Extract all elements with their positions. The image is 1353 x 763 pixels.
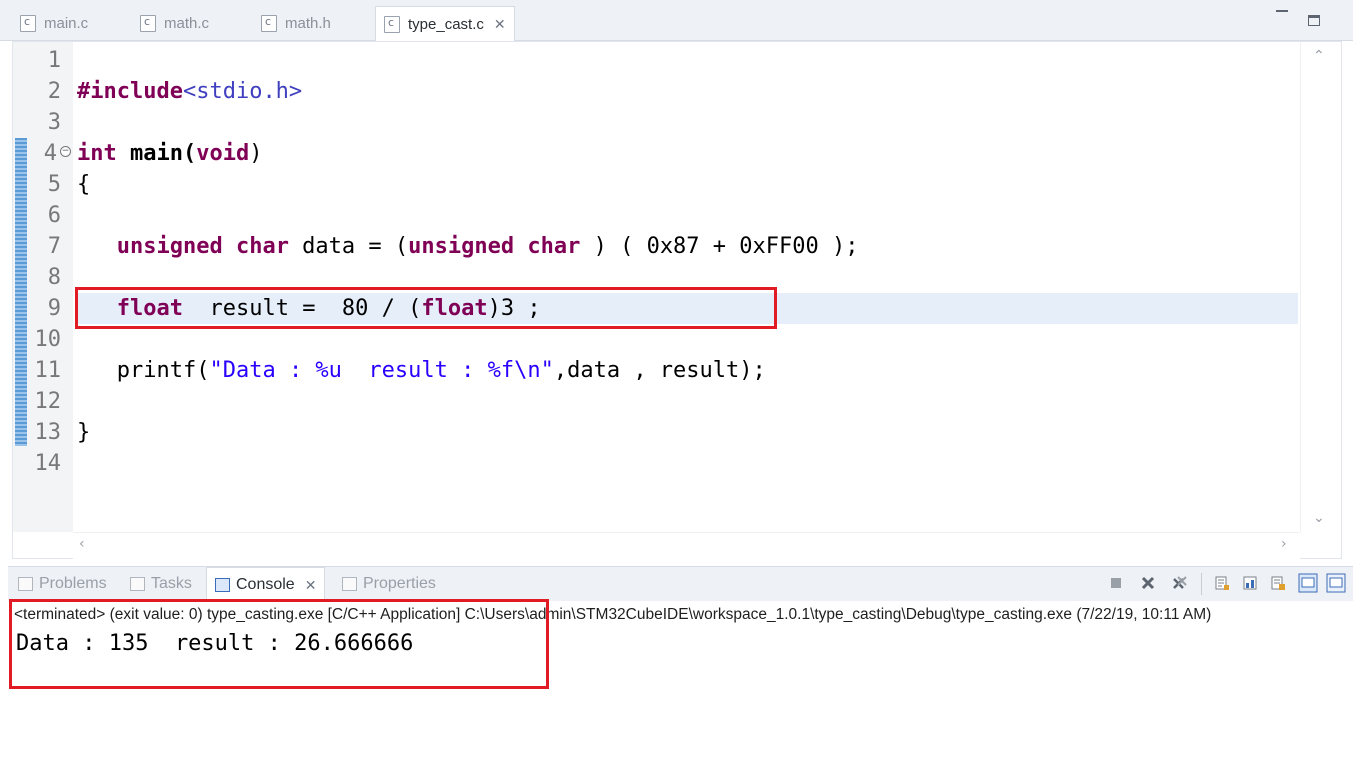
- keyword: unsigned char: [408, 234, 581, 259]
- scroll-right-icon[interactable]: ›: [1281, 536, 1287, 552]
- highlight-box-console: [9, 599, 549, 689]
- code-text: data = (: [288, 234, 409, 259]
- line-number: 9: [47, 296, 61, 321]
- line-number: 2: [47, 79, 61, 104]
- tab-math-h[interactable]: math.h: [261, 6, 331, 40]
- show-on-stderr-icon[interactable]: [1270, 575, 1286, 591]
- highlight-box-code: [75, 287, 777, 329]
- code-line-7: unsigned char data = (unsigned char ) ( …: [77, 231, 859, 262]
- maximize-icon[interactable]: [1308, 15, 1320, 26]
- minimize-icon[interactable]: [1276, 10, 1288, 12]
- tab-label: Properties: [363, 575, 436, 592]
- remove-all-terminated-icon[interactable]: [1172, 575, 1188, 591]
- tab-label: main.c: [44, 14, 89, 32]
- horizontal-scrollbar[interactable]: ‹ ›: [73, 532, 1300, 559]
- code-line-2: #include<stdio.h>: [77, 76, 302, 107]
- tab-console[interactable]: Console ✕: [206, 567, 326, 602]
- tab-main-c[interactable]: main.c: [20, 6, 88, 40]
- tab-tasks[interactable]: Tasks: [130, 567, 192, 601]
- code-line-5: {: [77, 172, 91, 197]
- line-number: 4: [43, 141, 57, 166]
- line-number: 6: [47, 203, 61, 228]
- include-path: <stdio.h>: [182, 79, 303, 104]
- close-tab-icon[interactable]: ✕: [494, 16, 506, 33]
- code-text: ): [249, 141, 263, 166]
- scroll-lock-icon[interactable]: [1214, 575, 1230, 591]
- code-text: main(: [116, 141, 197, 166]
- console-icon: [215, 578, 230, 592]
- line-number: 11: [34, 358, 62, 383]
- remove-launch-icon[interactable]: [1140, 575, 1156, 591]
- tasks-icon: [130, 577, 145, 591]
- line-number: 5: [47, 172, 61, 197]
- preprocessor-keyword: #include: [77, 79, 183, 104]
- properties-icon: [342, 577, 357, 591]
- vertical-scrollbar[interactable]: ⌃ ⌄: [1300, 42, 1339, 532]
- c-file-icon: [140, 14, 156, 32]
- tab-label: Tasks: [151, 575, 192, 592]
- line-number: 13: [34, 420, 62, 445]
- terminate-icon[interactable]: [1108, 575, 1124, 591]
- editor-tab-bar: main.c math.c math.h type_cast.c ✕: [0, 0, 1353, 42]
- line-number: 12: [34, 389, 62, 414]
- keyword: void: [196, 141, 250, 166]
- tab-label: Problems: [39, 575, 107, 592]
- tab-label: math.c: [164, 14, 210, 32]
- change-indicator-bar: [15, 138, 27, 446]
- string-literal: "Data : %u result : %f\n": [209, 358, 554, 383]
- code-text: ,data , result);: [553, 358, 766, 383]
- toolbar-separator: [1201, 573, 1202, 595]
- scroll-down-icon[interactable]: ⌄: [1313, 510, 1325, 526]
- scroll-up-icon[interactable]: ⌃: [1313, 48, 1325, 64]
- code-line-13: }: [77, 420, 91, 445]
- code-line-4: int main(void): [77, 138, 262, 169]
- open-console-icon[interactable]: [1326, 573, 1346, 593]
- line-number: 14: [34, 451, 62, 476]
- tab-math-c[interactable]: math.c: [140, 6, 209, 40]
- fold-collapse-icon[interactable]: −: [60, 146, 71, 157]
- display-selected-console-icon[interactable]: [1298, 573, 1318, 593]
- view-tab-bar: Problems Tasks Console ✕ Properties: [8, 566, 1353, 602]
- tab-properties[interactable]: Properties: [342, 567, 436, 601]
- line-number: 8: [47, 265, 61, 290]
- tab-type-cast-c[interactable]: type_cast.c ✕: [375, 6, 515, 42]
- line-number: 3: [47, 110, 61, 135]
- tab-label: Console: [236, 576, 295, 593]
- c-file-icon: [20, 14, 36, 32]
- close-tab-icon[interactable]: ✕: [305, 577, 317, 594]
- line-number: 10: [34, 327, 62, 352]
- c-file-icon: [384, 16, 400, 33]
- tab-problems[interactable]: Problems: [18, 567, 107, 601]
- keyword: unsigned char: [116, 234, 289, 259]
- code-text: ) ( 0x87 + 0xFF00 );: [580, 234, 859, 259]
- line-number: 7: [47, 234, 61, 259]
- tab-label: math.h: [285, 14, 331, 32]
- line-number: 1: [47, 48, 61, 73]
- scroll-left-icon[interactable]: ‹: [79, 536, 85, 552]
- problems-icon: [18, 577, 33, 591]
- h-file-icon: [261, 14, 277, 32]
- function-name: printf(: [116, 358, 210, 383]
- code-line-11: printf("Data : %u result : %f\n",data , …: [77, 355, 766, 386]
- tab-label: type_cast.c: [408, 16, 484, 33]
- show-on-stdout-icon[interactable]: [1242, 575, 1258, 591]
- keyword: int: [77, 141, 117, 166]
